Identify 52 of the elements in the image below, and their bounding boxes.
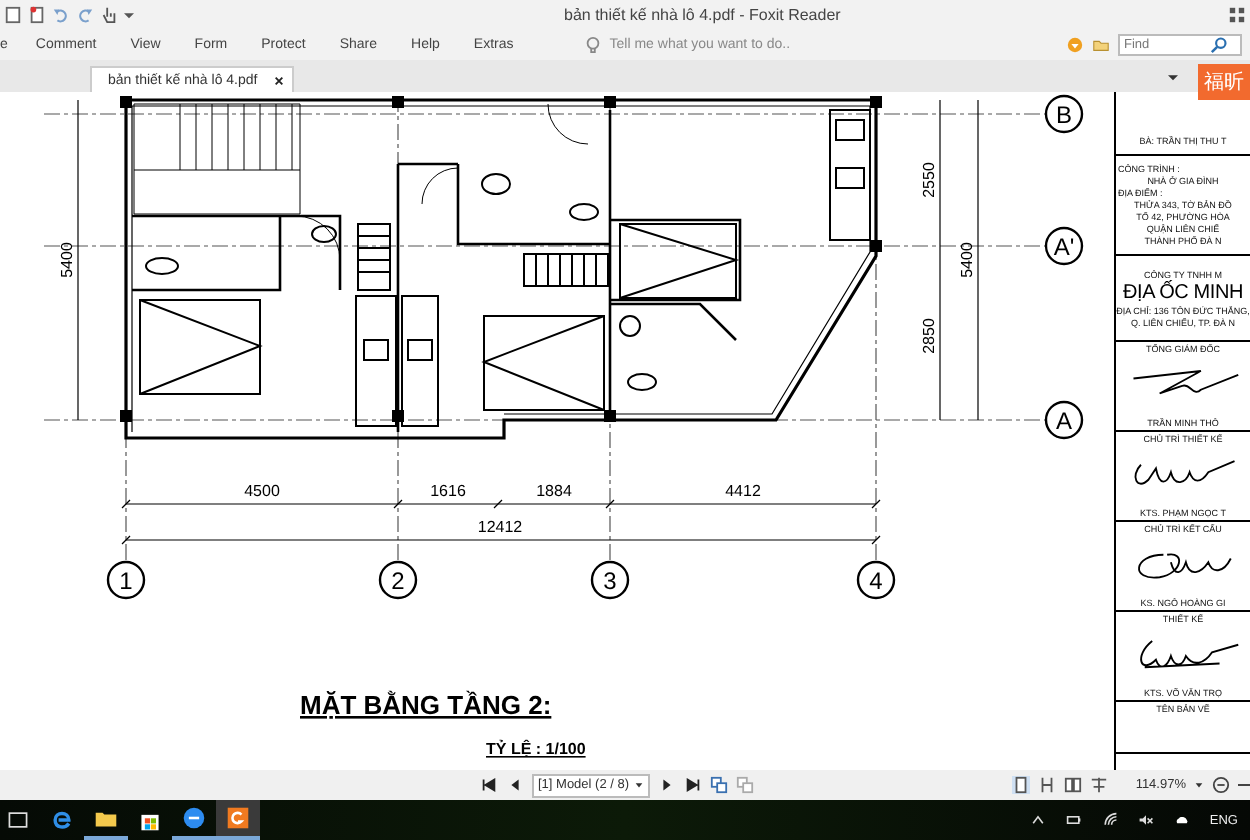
- grid-label: A: [1056, 407, 1072, 435]
- dimension-label: 2550: [920, 162, 938, 198]
- chevron-up-icon[interactable]: [1029, 812, 1046, 828]
- drawing-title: MẶT BẰNG TẦNG 2:: [300, 690, 552, 720]
- grid-bubble: [378, 560, 418, 600]
- dimension-label: 4500: [244, 482, 280, 500]
- grid-bubble: [856, 560, 896, 600]
- dimension-label: 12412: [477, 518, 523, 536]
- grid-bubble: [590, 560, 630, 600]
- battery-icon[interactable]: [1065, 812, 1082, 828]
- grid-label: B: [1056, 101, 1072, 129]
- hand-icon[interactable]: [100, 5, 118, 23]
- grid-bubble: [106, 560, 146, 600]
- dimension-label: 1616: [430, 482, 466, 500]
- speaker-muted-icon[interactable]: [1137, 812, 1154, 828]
- pdf-reader-icon[interactable]: [226, 806, 250, 830]
- wifi-icon[interactable]: [1101, 812, 1118, 828]
- grid-bubble: [1044, 226, 1084, 266]
- last-page-icon[interactable]: [683, 776, 702, 794]
- single-page-icon[interactable]: [1011, 776, 1030, 794]
- close-icon[interactable]: [273, 75, 284, 85]
- next-page-icon[interactable]: [657, 776, 676, 794]
- dimension-label: 2850: [920, 318, 938, 354]
- company-name: ĐỊA ỐC MINH: [1122, 281, 1244, 303]
- new-document-icon[interactable]: [28, 5, 46, 23]
- grid-icon[interactable]: [1228, 5, 1246, 23]
- grid-label: 3: [603, 567, 617, 595]
- window-title: bản thiết kế nhà lô 4.pdf - Foxit Reader: [564, 5, 841, 23]
- zoom-out-icon[interactable]: [1212, 776, 1230, 794]
- dropdown-icon[interactable]: [1168, 71, 1178, 81]
- dimension-label: 5400: [958, 242, 976, 278]
- facing-pages-icon[interactable]: [1063, 776, 1082, 794]
- search-icon[interactable]: [1210, 35, 1228, 53]
- dimension-label: 5400: [58, 242, 76, 278]
- grid-label: 4: [869, 567, 883, 595]
- grid-bubble: [1044, 400, 1084, 440]
- browser-icon[interactable]: [50, 808, 74, 832]
- caret-icon: [633, 780, 644, 790]
- cloud-icon[interactable]: [1173, 812, 1190, 828]
- drawing-scale: TỶ LỆ : 1/100: [486, 740, 586, 758]
- dimension-label: 1884: [536, 482, 572, 500]
- dimension-label: 4412: [725, 482, 761, 500]
- lightbulb-icon: [583, 35, 602, 53]
- grid-label: A': [1053, 233, 1075, 261]
- grid-label: 2: [391, 567, 405, 595]
- previous-page-icon[interactable]: [506, 776, 524, 794]
- dropdown-icon[interactable]: [124, 9, 134, 19]
- caret-icon[interactable]: [1194, 780, 1204, 790]
- grid-label: 1: [119, 567, 133, 595]
- first-page-icon[interactable]: [480, 776, 498, 794]
- task-view-icon[interactable]: [6, 808, 30, 832]
- page-icon[interactable]: [4, 5, 22, 23]
